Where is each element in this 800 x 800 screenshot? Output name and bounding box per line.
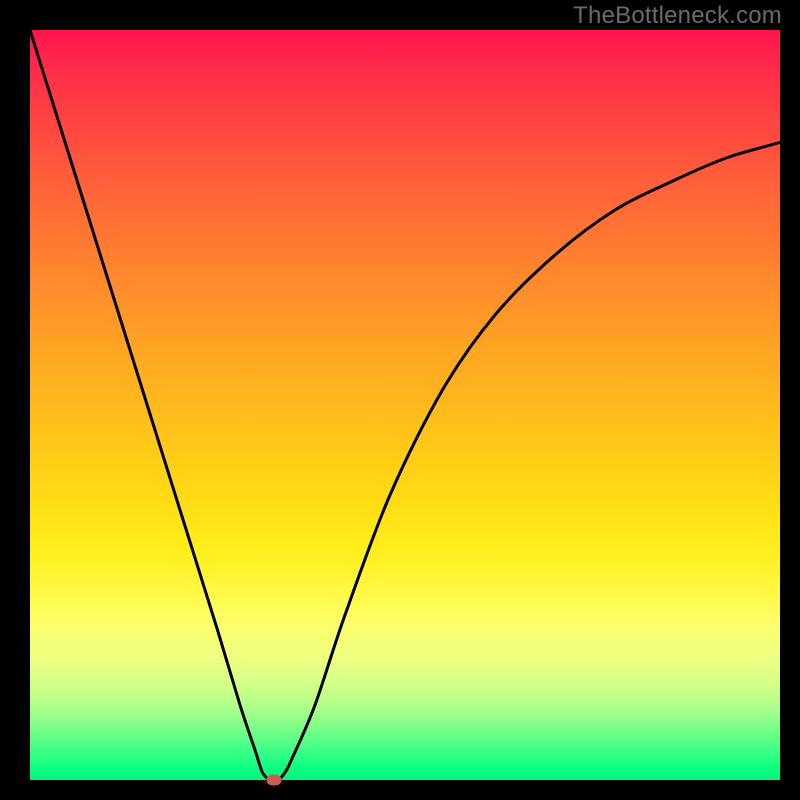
bottleneck-curve-path xyxy=(30,30,780,780)
chart-frame: TheBottleneck.com xyxy=(0,0,800,800)
optimal-point-marker xyxy=(266,775,281,786)
curve-svg xyxy=(30,30,780,780)
watermark-text: TheBottleneck.com xyxy=(573,2,782,30)
plot-area xyxy=(30,30,780,780)
